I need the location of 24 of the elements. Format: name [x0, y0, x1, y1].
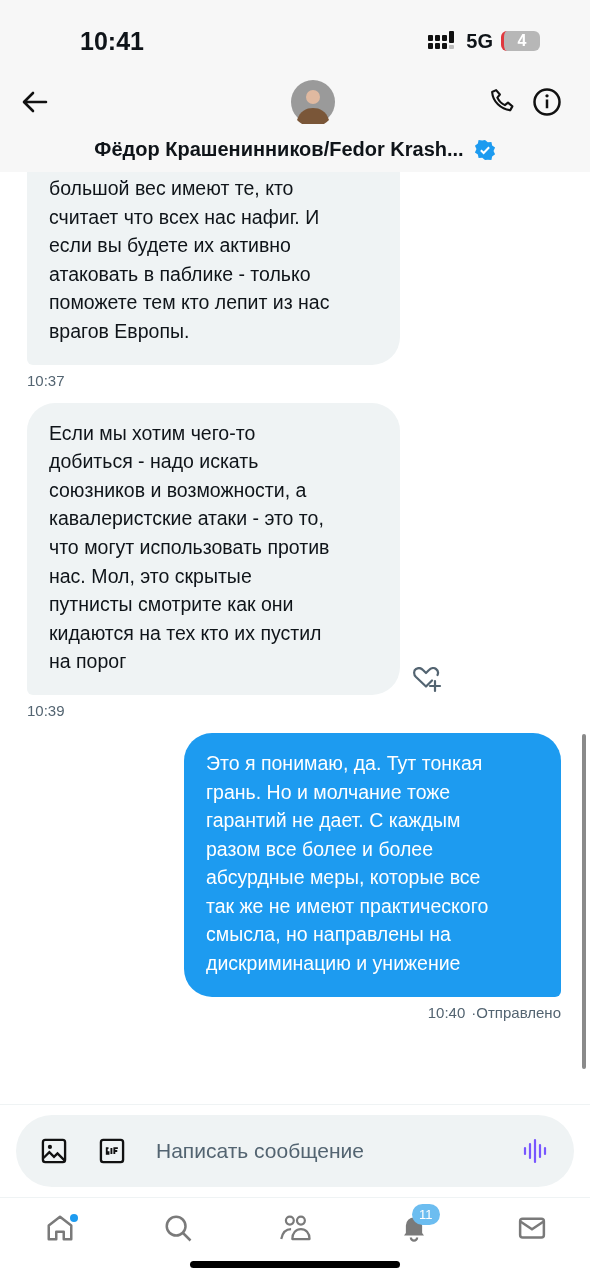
received-message: большой вес имеют те, кто считает что всех нас нафиг. И если вы будете их активно атаковать в паблике - только поможете тем кто лепит из нас врагов Европы. [27, 172, 400, 365]
gif-icon[interactable] [98, 1137, 126, 1165]
battery-indicator: 4 [501, 31, 540, 51]
received-message: Если мы хотим чего-то добиться - надо искать союзников и возможности, а кавалеристские атаки - это то, что могут использовать против нас. Мол, это скрытые путнисты смотрите как они кидаются на тех кто их пустил на порог [27, 402, 400, 695]
delivery-status: ·Отправлено [471, 1003, 561, 1021]
info-icon[interactable] [532, 87, 562, 117]
people-icon [280, 1213, 312, 1243]
message-time: 10:39 [27, 701, 65, 719]
message-input[interactable]: Написать сообщение [154, 1138, 494, 1164]
sent-message: Это я понимаю, да. Тут тонкая грань. Но и молчание тоже гарантий не дает. С каждым разом все более и более абсурдные меры, которые все так же не имеют практического смысла, но направлены на дискриминацию и унижение [184, 732, 561, 997]
heart-plus-icon[interactable] [412, 666, 442, 693]
notification-count: 11 [412, 1204, 440, 1225]
network-label: 5G [466, 29, 493, 53]
scroll-bar[interactable] [582, 734, 586, 1069]
message-time: 10:37 [27, 371, 65, 389]
avatar[interactable] [291, 80, 335, 124]
bell-tab[interactable]: 11 [382, 1202, 446, 1254]
home-icon [45, 1213, 75, 1243]
message-time: 10:40 [427, 1003, 466, 1021]
image-icon[interactable] [40, 1137, 68, 1165]
contact-name: Фёдор Крашенинников/Fedor Krash... [94, 138, 464, 161]
status-time: 10:41 [80, 26, 144, 56]
back-arrow-icon[interactable] [22, 91, 48, 113]
search-icon [163, 1213, 193, 1243]
